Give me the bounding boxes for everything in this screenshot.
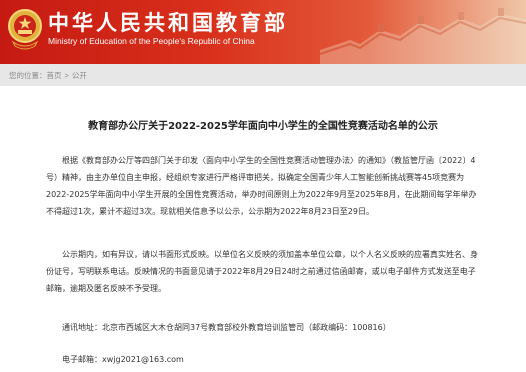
breadcrumb-home[interactable]: 首页: [47, 71, 62, 80]
breadcrumb-bar: 您的位置：首页 > 公开: [0, 64, 526, 86]
breadcrumb: 您的位置：首页 > 公开: [9, 70, 87, 81]
national-emblem-icon: [8, 9, 42, 50]
site-subtitle: Ministry of Education of the People's Re…: [48, 36, 255, 46]
breadcrumb-current[interactable]: 公开: [72, 71, 87, 80]
breadcrumb-prefix: 您的位置：: [9, 71, 47, 80]
great-wall-illustration: [320, 8, 526, 64]
breadcrumb-separator: >: [64, 71, 69, 80]
article-paragraph-2: 公示期内，如有异议，请以书面形式反映。以单位名义反映的须加盖本单位公章，以个人名…: [46, 250, 478, 293]
address-label: 通讯地址：: [62, 323, 102, 332]
article-body: 教育部办公厅关于2022-2025学年面向中小学生的全国性竞赛活动名单的公示 根…: [0, 86, 526, 372]
article-title: 教育部办公厅关于2022-2025学年面向中小学生的全国性竞赛活动名单的公示: [88, 121, 438, 132]
article-paragraph-1: 根据《教育部办公厅等四部门关于印发〈面向中小学生的全国性竞赛活动管理办法〉的通知…: [46, 156, 477, 216]
site-header: 中华人民共和国教育部 Ministry of Education of the …: [0, 0, 526, 64]
address-line: 通讯地址：北京市西城区大木仓胡同37号教育部校外教育培训监管司（邮政编码：100…: [62, 322, 391, 333]
site-title: 中华人民共和国教育部: [48, 11, 288, 35]
address-value: 北京市西城区大木仓胡同37号教育部校外教育培训监管司（邮政编码：100816）: [102, 323, 391, 332]
email-label: 电子邮箱：: [62, 355, 102, 364]
email-line: 电子邮箱：xwjg2021@163.com: [62, 354, 184, 365]
email-link[interactable]: xwjg2021@163.com: [102, 355, 184, 364]
